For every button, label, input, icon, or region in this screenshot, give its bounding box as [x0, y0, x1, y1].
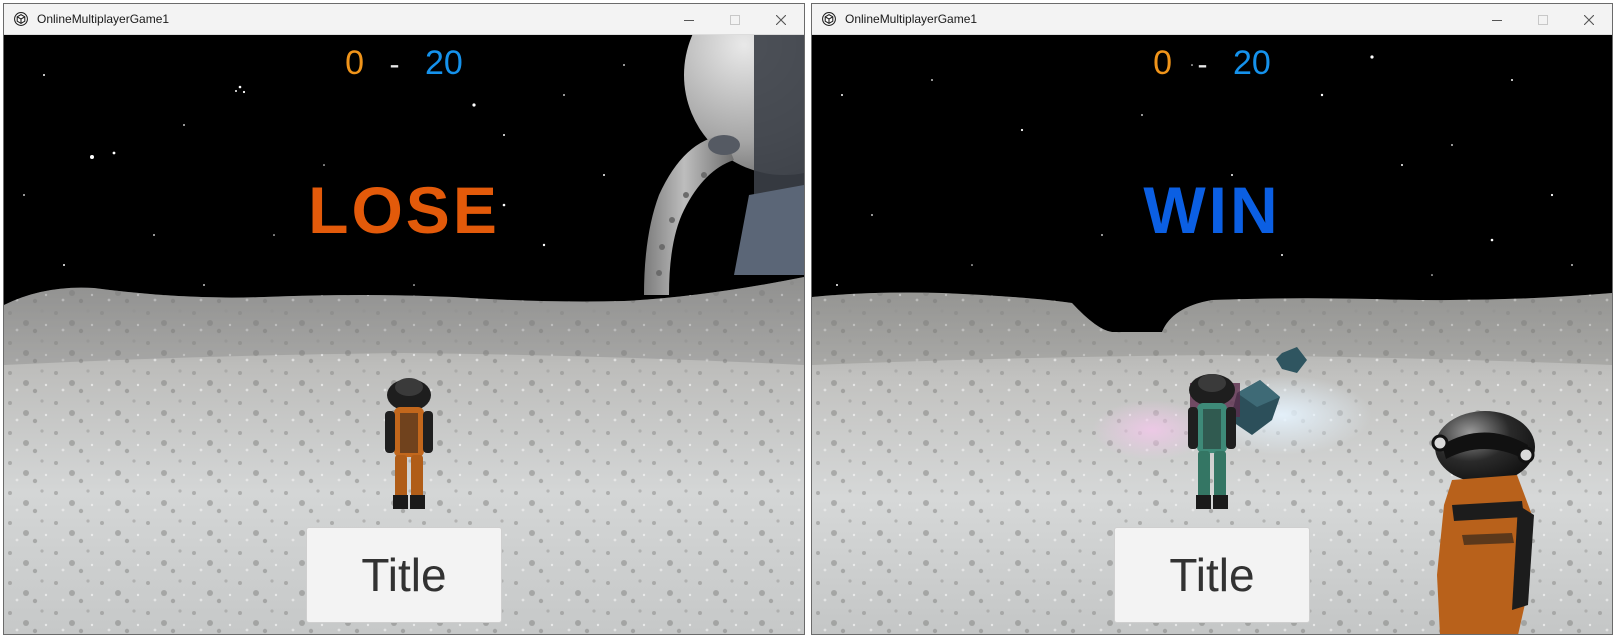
- close-icon: [776, 14, 786, 25]
- score-separator: -: [1197, 48, 1208, 81]
- result-banner-lose: LOSE: [308, 173, 500, 247]
- close-button[interactable]: [758, 4, 804, 35]
- score-blue: 20: [425, 44, 463, 82]
- opponent-character-orange: [1431, 411, 1535, 634]
- game-window-left: OnlineMultiplayerGame1 0 - 20 LOSE Title: [3, 3, 805, 635]
- score-orange: 0: [1153, 44, 1173, 82]
- title-button[interactable]: Title: [1114, 527, 1310, 623]
- minimize-button[interactable]: [666, 4, 712, 35]
- result-banner-win: WIN: [1143, 173, 1281, 247]
- unity-icon: [822, 12, 836, 26]
- minimize-button[interactable]: [1474, 4, 1520, 35]
- minimize-icon: [684, 19, 694, 21]
- window-titlebar[interactable]: OnlineMultiplayerGame1: [812, 4, 1612, 35]
- maximize-icon: [1538, 14, 1548, 25]
- score-separator: -: [389, 48, 400, 81]
- game-viewport[interactable]: 0 - 20 WIN Title: [812, 35, 1612, 634]
- game-window-right: OnlineMultiplayerGame1 0 - 20 WIN Title: [811, 3, 1613, 635]
- maximize-button[interactable]: [1520, 4, 1566, 35]
- title-button[interactable]: Title: [306, 527, 502, 623]
- score-orange: 0: [345, 44, 365, 82]
- close-icon: [1584, 14, 1594, 25]
- scoreboard: 0 - 20: [4, 43, 804, 85]
- maximize-button[interactable]: [712, 4, 758, 35]
- window-titlebar[interactable]: OnlineMultiplayerGame1: [4, 4, 804, 35]
- unity-icon: [14, 12, 28, 26]
- window-title: OnlineMultiplayerGame1: [845, 12, 978, 26]
- scoreboard: 0 - 20: [812, 43, 1612, 85]
- game-viewport[interactable]: 0 - 20 LOSE Title: [4, 35, 804, 634]
- close-button[interactable]: [1566, 4, 1612, 35]
- score-blue: 20: [1233, 44, 1271, 82]
- window-title: OnlineMultiplayerGame1: [37, 12, 170, 26]
- maximize-icon: [730, 14, 740, 25]
- minimize-icon: [1492, 19, 1502, 21]
